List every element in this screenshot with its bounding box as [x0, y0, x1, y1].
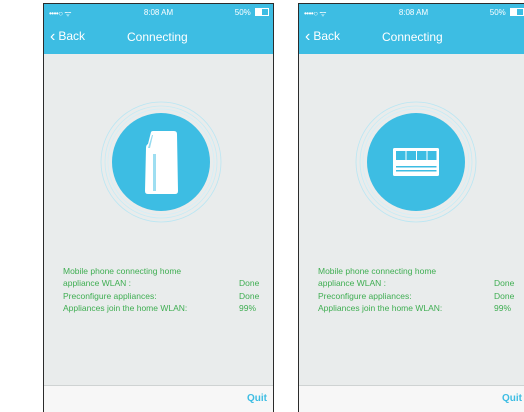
window-air-conditioner-icon: [355, 101, 477, 223]
status-label: Appliances join the home WLAN:: [63, 303, 188, 314]
connection-status-list: Mobile phone connecting home appliance W…: [63, 265, 263, 315]
status-line: appliance WLAN : Done: [63, 277, 263, 289]
page-title: Connecting: [127, 30, 188, 44]
back-button[interactable]: ‹ Back: [305, 28, 341, 45]
bottom-toolbar: Quit: [299, 385, 524, 412]
status-line: Mobile phone connecting home: [318, 265, 518, 277]
phone-screen-portable: ••••○ ᯤ 8:08 AM 50% ‹ Back Connecting Mob…: [43, 3, 274, 412]
back-button[interactable]: ‹ Back: [50, 28, 86, 45]
battery-indicator: 50%: [234, 7, 269, 17]
status-label: Appliances join the home WLAN:: [318, 303, 443, 314]
status-line: Appliances join the home WLAN: 99%: [63, 302, 263, 314]
status-label: Mobile phone connecting home: [318, 266, 437, 276]
battery-percent: 50%: [234, 8, 251, 17]
status-label: appliance WLAN :: [318, 278, 387, 289]
status-line: appliance WLAN : Done: [318, 277, 518, 289]
page-title: Connecting: [382, 30, 443, 44]
connection-status-list: Mobile phone connecting home appliance W…: [318, 265, 518, 315]
status-value: 99%: [494, 303, 512, 314]
battery-icon: [255, 7, 269, 16]
status-value: 99%: [239, 303, 257, 314]
status-bar: ••••○ ᯤ 8:08 AM 50%: [299, 4, 524, 22]
phone-screen-window-unit: ••••○ ᯤ 8:08 AM 50% ‹ Back Connecting Mob…: [298, 3, 524, 412]
bottom-toolbar: Quit: [44, 385, 273, 412]
status-label: Mobile phone connecting home: [63, 266, 182, 276]
status-line: Mobile phone connecting home: [63, 265, 263, 277]
status-bar: ••••○ ᯤ 8:08 AM 50%: [44, 4, 273, 22]
status-label: Preconfigure appliances:: [63, 290, 157, 301]
quit-button[interactable]: Quit: [247, 393, 267, 404]
battery-icon: [510, 7, 524, 16]
status-value: Done: [494, 290, 515, 301]
status-label: Preconfigure appliances:: [318, 290, 412, 301]
back-label: Back: [313, 29, 341, 43]
status-line: Appliances join the home WLAN: 99%: [318, 302, 518, 314]
quit-button[interactable]: Quit: [502, 393, 522, 404]
chevron-left-icon: ‹: [50, 28, 56, 45]
chevron-left-icon: ‹: [305, 28, 311, 45]
status-value: Done: [239, 278, 260, 289]
status-label: appliance WLAN :: [63, 278, 132, 289]
status-line: Preconfigure appliances: Done: [318, 290, 518, 302]
nav-bar: ‹ Back Connecting: [44, 22, 273, 54]
battery-indicator: 50%: [489, 7, 524, 17]
nav-bar: ‹ Back Connecting: [299, 22, 524, 54]
portable-air-conditioner-icon: [100, 101, 222, 223]
back-label: Back: [58, 29, 86, 43]
status-value: Done: [494, 278, 515, 289]
status-line: Preconfigure appliances: Done: [63, 290, 263, 302]
status-value: Done: [239, 290, 260, 301]
battery-percent: 50%: [489, 8, 506, 17]
